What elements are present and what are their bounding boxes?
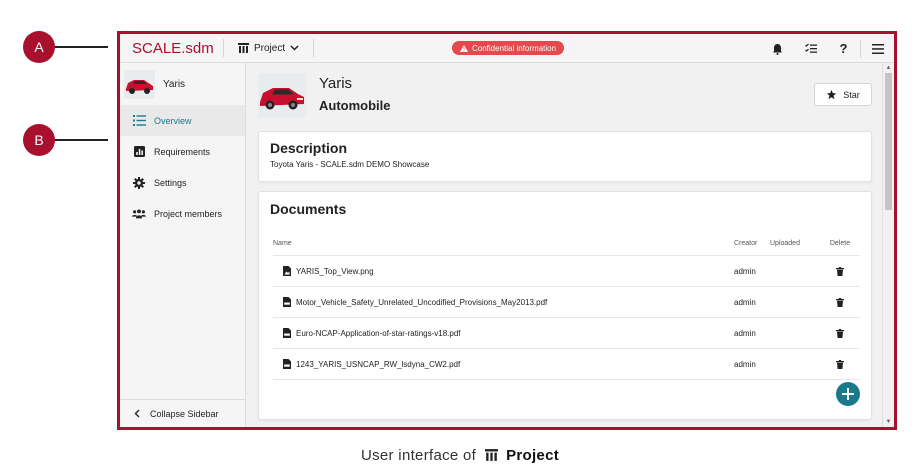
top-icons: ? — [761, 34, 894, 63]
delete-button[interactable] — [820, 328, 860, 338]
column-name[interactable]: Name — [273, 240, 734, 247]
column-creator[interactable]: Creator — [734, 240, 770, 247]
scroll-up-arrow[interactable]: ▲ — [883, 63, 894, 73]
project-icon — [484, 449, 498, 461]
delete-button[interactable] — [820, 266, 860, 276]
column-uploaded[interactable]: Uploaded — [770, 240, 820, 247]
sidebar-item-requirements[interactable]: Requirements — [120, 136, 245, 167]
bell-icon — [773, 43, 782, 55]
documents-card: Documents Name Creator Uploaded Delete Y… — [258, 191, 872, 420]
tasks-button[interactable] — [794, 34, 827, 63]
chevron-left-icon — [134, 409, 140, 418]
confidential-badge: Confidential information — [452, 41, 565, 55]
chart-icon — [132, 146, 146, 157]
project-menu-label: Project — [254, 42, 286, 54]
hamburger-icon — [871, 43, 884, 54]
page-subtitle: Automobile — [319, 98, 391, 113]
main-menu-button[interactable] — [861, 34, 894, 63]
app-window: SCALE.sdm Project Confidential informati… — [117, 31, 897, 430]
star-icon — [827, 89, 837, 100]
help-button[interactable]: ? — [827, 34, 860, 63]
confidential-label: Confidential information — [472, 43, 557, 53]
star-label: Star — [843, 89, 860, 100]
document-name[interactable]: YARIS_Top_View.png — [296, 267, 374, 276]
sidebar: Yaris Overview Requirements Settings Pro… — [120, 63, 246, 427]
pdf-file-icon — [283, 297, 291, 307]
sidebar-item-label: Project members — [154, 208, 223, 219]
sidebar-item-settings[interactable]: Settings — [120, 167, 245, 198]
car-thumbnail — [124, 69, 155, 99]
scroll-down-arrow[interactable]: ▼ — [883, 417, 894, 427]
sidebar-item-label: Requirements — [154, 146, 211, 157]
project-menu[interactable]: Project — [224, 34, 313, 62]
car-image — [258, 73, 306, 118]
document-name[interactable]: Euro-NCAP-Application-of-star-ratings-v1… — [296, 329, 461, 338]
document-name[interactable]: Motor_Vehicle_Safety_Unrelated_Uncodifie… — [296, 298, 547, 307]
documents-heading: Documents — [270, 201, 347, 217]
sidebar-item-label: Settings — [154, 177, 187, 188]
document-creator: admin — [734, 266, 756, 276]
callout-b-label: B — [34, 132, 44, 148]
collapse-sidebar-button[interactable]: Collapse Sidebar — [120, 399, 245, 427]
trash-icon — [836, 328, 844, 338]
chevron-down-icon — [290, 45, 299, 51]
callout-a: A — [23, 31, 55, 63]
warning-icon — [460, 44, 468, 52]
top-bar: SCALE.sdm Project Confidential informati… — [120, 34, 894, 63]
column-delete: Delete — [829, 240, 851, 247]
image-file-icon — [283, 266, 291, 276]
delete-button[interactable] — [820, 359, 860, 369]
collapse-sidebar-label: Collapse Sidebar — [150, 408, 219, 419]
table-row[interactable]: Euro-NCAP-Application-of-star-ratings-v1… — [273, 318, 860, 349]
main-content: Yaris Automobile Star Description Toyota… — [246, 63, 882, 427]
plus-icon — [842, 388, 854, 400]
table-header: Name Creator Uploaded Delete — [273, 232, 860, 256]
callout-b-line — [55, 139, 108, 141]
table-row[interactable]: YARIS_Top_View.png admin — [273, 256, 860, 287]
checklist-icon — [804, 43, 817, 53]
list-icon — [132, 115, 146, 126]
sidebar-item-label: Overview — [154, 115, 192, 126]
caption-prefix: User interface of — [360, 447, 477, 464]
star-button[interactable]: Star — [814, 83, 872, 106]
document-creator: admin — [734, 359, 756, 369]
pdf-file-icon — [283, 359, 291, 369]
document-name[interactable]: 1243_YARIS_USNCAP_RW_lsdyna_CW2.pdf — [296, 360, 460, 369]
pdf-file-icon — [283, 328, 291, 338]
figure-caption: User interface of Project — [0, 447, 920, 464]
column-name-label: Name — [273, 240, 292, 247]
trash-icon — [836, 297, 844, 307]
trash-icon — [836, 359, 844, 369]
documents-table: Name Creator Uploaded Delete YARIS_Top_V… — [273, 232, 860, 380]
callout-a-label: A — [34, 39, 44, 55]
description-text: Toyota Yaris - SCALE.sdm DEMO Showcase — [270, 160, 430, 169]
document-creator: admin — [734, 297, 756, 307]
notifications-button[interactable] — [761, 34, 794, 63]
trash-icon — [836, 266, 844, 276]
help-icon: ? — [839, 41, 848, 56]
page-title: Yaris — [319, 75, 353, 92]
project-icon — [238, 43, 249, 53]
sidebar-project-name: Yaris — [163, 78, 186, 90]
document-creator: admin — [734, 328, 756, 338]
divider — [313, 39, 315, 57]
table-row[interactable]: Motor_Vehicle_Safety_Unrelated_Uncodifie… — [273, 287, 860, 318]
delete-button[interactable] — [820, 297, 860, 307]
scrollbar[interactable]: ▲ ▼ — [882, 63, 894, 427]
sidebar-project-header[interactable]: Yaris — [120, 63, 245, 105]
sidebar-item-project-members[interactable]: Project members — [120, 198, 245, 229]
callout-a-line — [55, 46, 108, 48]
people-icon — [132, 208, 146, 219]
table-row[interactable]: 1243_YARIS_USNCAP_RW_lsdyna_CW2.pdf admi… — [273, 349, 860, 380]
description-card: Description Toyota Yaris - SCALE.sdm DEM… — [258, 131, 872, 182]
description-heading: Description — [270, 140, 348, 156]
add-document-button[interactable] — [836, 382, 860, 406]
brand-logo[interactable]: SCALE.sdm — [120, 40, 223, 57]
sidebar-item-overview[interactable]: Overview — [120, 105, 245, 136]
callout-b: B — [23, 124, 55, 156]
scroll-thumb[interactable] — [885, 73, 892, 210]
project-header: Yaris Automobile Star — [258, 73, 872, 129]
caption-bold: Project — [506, 447, 560, 464]
gear-icon — [132, 176, 146, 189]
